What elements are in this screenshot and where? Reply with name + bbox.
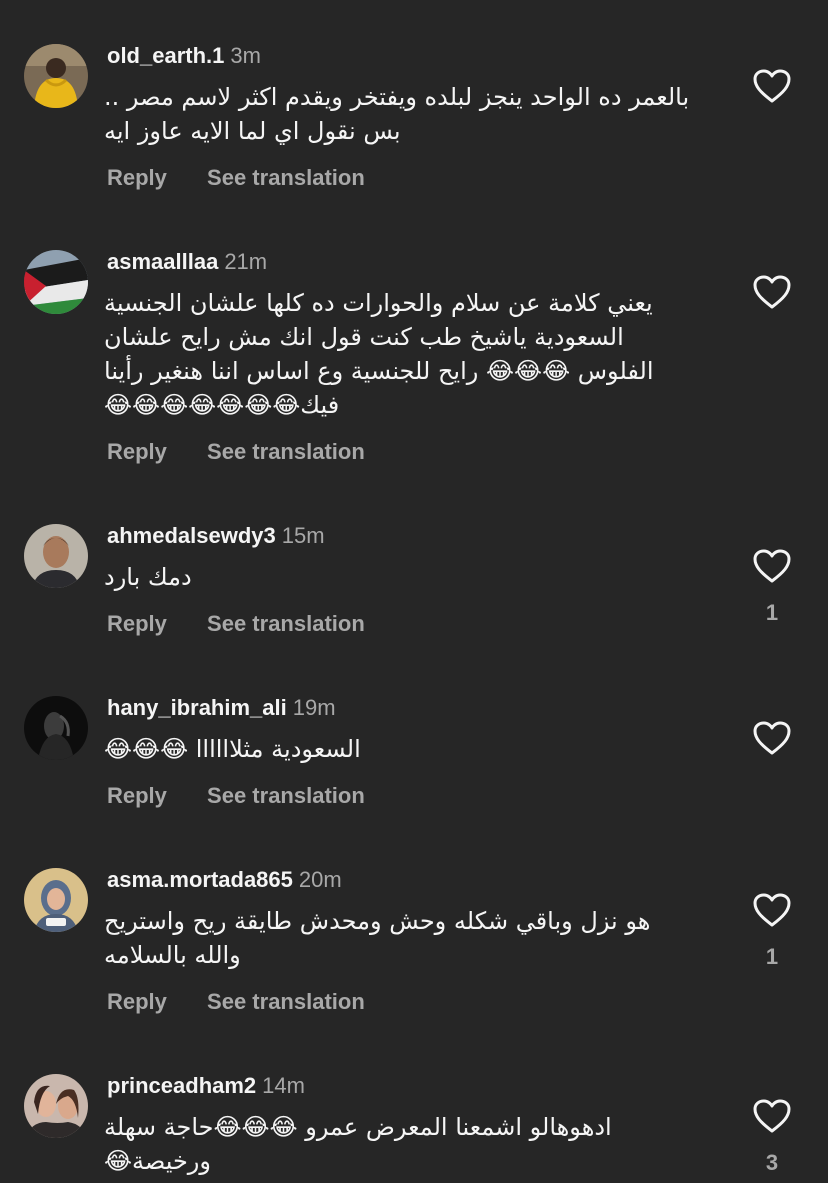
like-count: 1 bbox=[765, 944, 779, 969]
comment-header: old_earth.1 3m bbox=[107, 42, 261, 72]
man-portrait-avatar-icon bbox=[24, 524, 88, 588]
reply-button[interactable]: Reply bbox=[107, 439, 167, 465]
timestamp: 14m bbox=[262, 1073, 305, 1098]
reply-button[interactable]: Reply bbox=[107, 989, 167, 1015]
timestamp: 20m bbox=[298, 867, 342, 892]
comment-text: يعني كلامة عن سلام والحوارات ده كلها علش… bbox=[104, 289, 654, 419]
dark-figure-avatar-icon bbox=[24, 696, 88, 760]
heart-icon[interactable] bbox=[752, 720, 792, 756]
see-translation-button[interactable]: See translation bbox=[207, 165, 365, 191]
reply-button[interactable]: Reply bbox=[107, 611, 167, 637]
username[interactable]: princeadham2 bbox=[107, 1073, 256, 1098]
see-translation-button[interactable]: See translation bbox=[207, 783, 365, 809]
timestamp: 3m bbox=[230, 43, 261, 68]
avatar[interactable] bbox=[24, 696, 88, 760]
comment-header: ahmedalsewdy3 15m bbox=[107, 522, 325, 552]
heart-icon[interactable] bbox=[752, 1098, 792, 1134]
heart-icon[interactable] bbox=[752, 892, 792, 928]
comment-text: ادهوهالو اشمعنا المعرض عمرو 😂😂😂حاجة سهلة… bbox=[104, 1113, 612, 1175]
reply-button[interactable]: Reply bbox=[107, 783, 167, 809]
reply-button[interactable]: Reply bbox=[107, 165, 167, 191]
person-yellow-hoodie-avatar-icon bbox=[24, 44, 88, 108]
timestamp: 19m bbox=[292, 695, 336, 720]
username[interactable]: hany_ibrahim_ali bbox=[107, 695, 287, 720]
see-translation-button[interactable]: See translation bbox=[207, 611, 365, 637]
avatar[interactable] bbox=[24, 524, 88, 588]
comment-text: هو نزل وباقي شكله وحش ومحدش طايقة ريح وا… bbox=[104, 907, 651, 969]
comment-header: hany_ibrahim_ali 19m bbox=[107, 694, 336, 724]
comment-actions: Reply See translation bbox=[107, 989, 365, 1015]
username[interactable]: asma.mortada865 bbox=[107, 867, 293, 892]
see-translation-button[interactable]: See translation bbox=[207, 989, 365, 1015]
timestamp: 15m bbox=[281, 523, 325, 548]
avatar[interactable] bbox=[24, 1074, 88, 1138]
avatar[interactable] bbox=[24, 44, 88, 108]
comment-text: بالعمر ده الواحد ينجز لبلده ويفتخر ويقدم… bbox=[104, 83, 690, 145]
avatar[interactable] bbox=[24, 868, 88, 932]
heart-icon[interactable] bbox=[752, 274, 792, 310]
comment-actions: Reply See translation bbox=[107, 165, 365, 191]
like-count: 1 bbox=[765, 600, 779, 625]
comment-actions: Reply See translation bbox=[107, 611, 365, 637]
woman-hijab-avatar-icon bbox=[24, 868, 88, 932]
comment-header: asma.mortada865 20m bbox=[107, 866, 342, 896]
username[interactable]: ahmedalsewdy3 bbox=[107, 523, 276, 548]
heart-icon[interactable] bbox=[752, 68, 792, 104]
comment-text: دمك بارد bbox=[104, 563, 192, 591]
comment-actions: Reply See translation bbox=[107, 783, 365, 809]
heart-icon[interactable] bbox=[752, 548, 792, 584]
comment-text: السعودية مثلاااااا 😂😂😂 bbox=[104, 735, 361, 763]
comment-actions: Reply See translation bbox=[107, 439, 365, 465]
comment-header: asmaalllaa 21m bbox=[107, 248, 267, 278]
username[interactable]: old_earth.1 bbox=[107, 43, 224, 68]
username[interactable]: asmaalllaa bbox=[107, 249, 218, 274]
timestamp: 21m bbox=[224, 249, 268, 274]
avatar[interactable] bbox=[24, 250, 88, 314]
comment-header: princeadham2 14m bbox=[107, 1072, 305, 1102]
flag-avatar-icon bbox=[24, 250, 88, 314]
like-count: 3 bbox=[765, 1150, 779, 1175]
two-women-avatar-icon bbox=[24, 1074, 88, 1138]
see-translation-button[interactable]: See translation bbox=[207, 439, 365, 465]
